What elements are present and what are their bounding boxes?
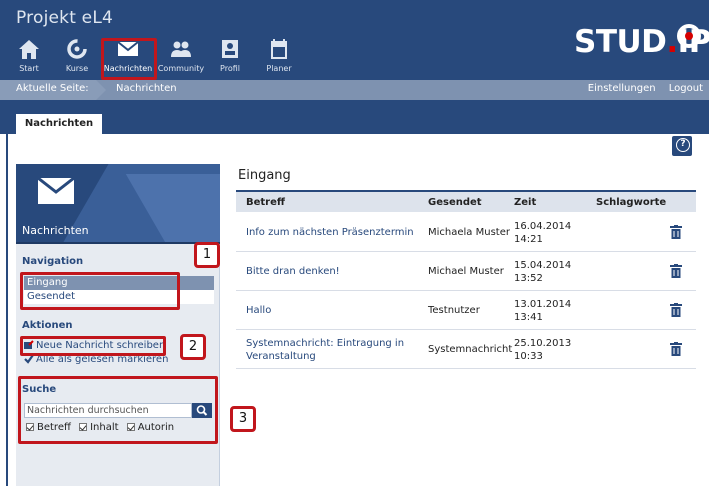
table-row[interactable]: Info zum nächsten Präsenztermin Michaela… [236, 213, 696, 252]
message-sender: Michael Muster [428, 266, 504, 277]
logo-ring-icon [677, 24, 701, 48]
trash-icon[interactable] [670, 303, 682, 317]
community-icon [171, 41, 191, 57]
sidebar-banner: Nachrichten [16, 164, 220, 242]
table-row[interactable]: Hallo Testnutzer 13.01.2014 13:41 [236, 291, 696, 330]
navigation-heading: Navigation [22, 256, 84, 267]
nav-kurse[interactable]: Kurse [50, 36, 104, 78]
table-row[interactable]: Bitte dran denken! Michael Muster 15.04.… [236, 252, 696, 291]
table-row[interactable]: Systemnachricht: Eintragung in Veranstal… [236, 330, 696, 369]
message-time: 25.10.2013 10:33 [514, 337, 572, 362]
highlight-frame-nachrichten [101, 38, 157, 80]
nav-community[interactable]: Community [154, 36, 208, 78]
header-links: Einstellungen Logout [578, 83, 703, 94]
trash-icon[interactable] [670, 264, 682, 278]
tab-bar: Nachrichten [0, 100, 709, 134]
nav-community-label: Community [157, 64, 205, 73]
message-sender: Systemnachricht [428, 344, 513, 355]
logout-link[interactable]: Logout [669, 83, 703, 94]
message-sender: Michaela Muster [428, 227, 510, 238]
settings-link[interactable]: Einstellungen [588, 83, 656, 94]
nav-planer[interactable]: Planer [252, 36, 306, 78]
message-subject[interactable]: Bitte dran denken! [246, 252, 426, 291]
message-subject[interactable]: Systemnachricht: Eintragung in Veranstal… [246, 330, 426, 369]
project-title: Projekt eL4 [16, 8, 114, 28]
message-time: 13.01.2014 13:41 [514, 298, 572, 323]
nav-kurse-label: Kurse [65, 64, 89, 73]
table-header: Betreff Gesendet Zeit Schlagworte [236, 190, 696, 212]
highlight-frame-compose [20, 336, 166, 356]
message-subject[interactable]: Info zum nächsten Präsenztermin [246, 213, 426, 252]
nav-planer-label: Planer [266, 64, 292, 73]
trash-icon[interactable] [670, 225, 682, 239]
breadcrumb-current-page: Nachrichten [116, 83, 177, 94]
sidebar-title: Nachrichten [22, 224, 89, 237]
breadcrumb: Aktuelle Seite: Nachrichten Einstellunge… [0, 80, 709, 100]
inbox-title: Eingang [238, 168, 291, 183]
message-subject[interactable]: Hallo [246, 291, 426, 330]
nav-start-label: Start [19, 64, 39, 73]
callout-2: 2 [180, 334, 206, 360]
nav-profil[interactable]: Profil [203, 36, 257, 78]
calendar-icon [271, 39, 287, 59]
top-header: Projekt eL4 Start Kurse Nachrichten Comm… [0, 0, 709, 80]
actions-heading: Aktionen [22, 320, 73, 331]
message-sender: Testnutzer [428, 305, 480, 316]
message-time: 16.04.2014 14:21 [514, 220, 572, 245]
home-icon [19, 40, 39, 59]
tab-nachrichten[interactable]: Nachrichten [16, 114, 102, 134]
column-zeit[interactable]: Zeit [514, 197, 536, 208]
highlight-frame-search [18, 376, 218, 444]
envelope-icon [38, 178, 74, 204]
courses-icon [67, 39, 87, 59]
column-schlagworte: Schlagworte [596, 197, 667, 208]
callout-1: 1 [194, 242, 220, 268]
callout-3: 3 [230, 406, 256, 432]
trash-icon[interactable] [670, 342, 682, 356]
help-icon[interactable] [672, 136, 692, 156]
profile-icon [222, 40, 238, 58]
nav-profil-label: Profil [220, 64, 240, 73]
nav-start[interactable]: Start [2, 36, 56, 78]
column-betreff[interactable]: Betreff [246, 197, 285, 208]
highlight-frame-navigation [20, 272, 180, 310]
message-time: 15.04.2014 13:52 [514, 259, 572, 284]
column-gesendet[interactable]: Gesendet [428, 197, 482, 208]
breadcrumb-current-label: Aktuelle Seite: [0, 80, 106, 100]
